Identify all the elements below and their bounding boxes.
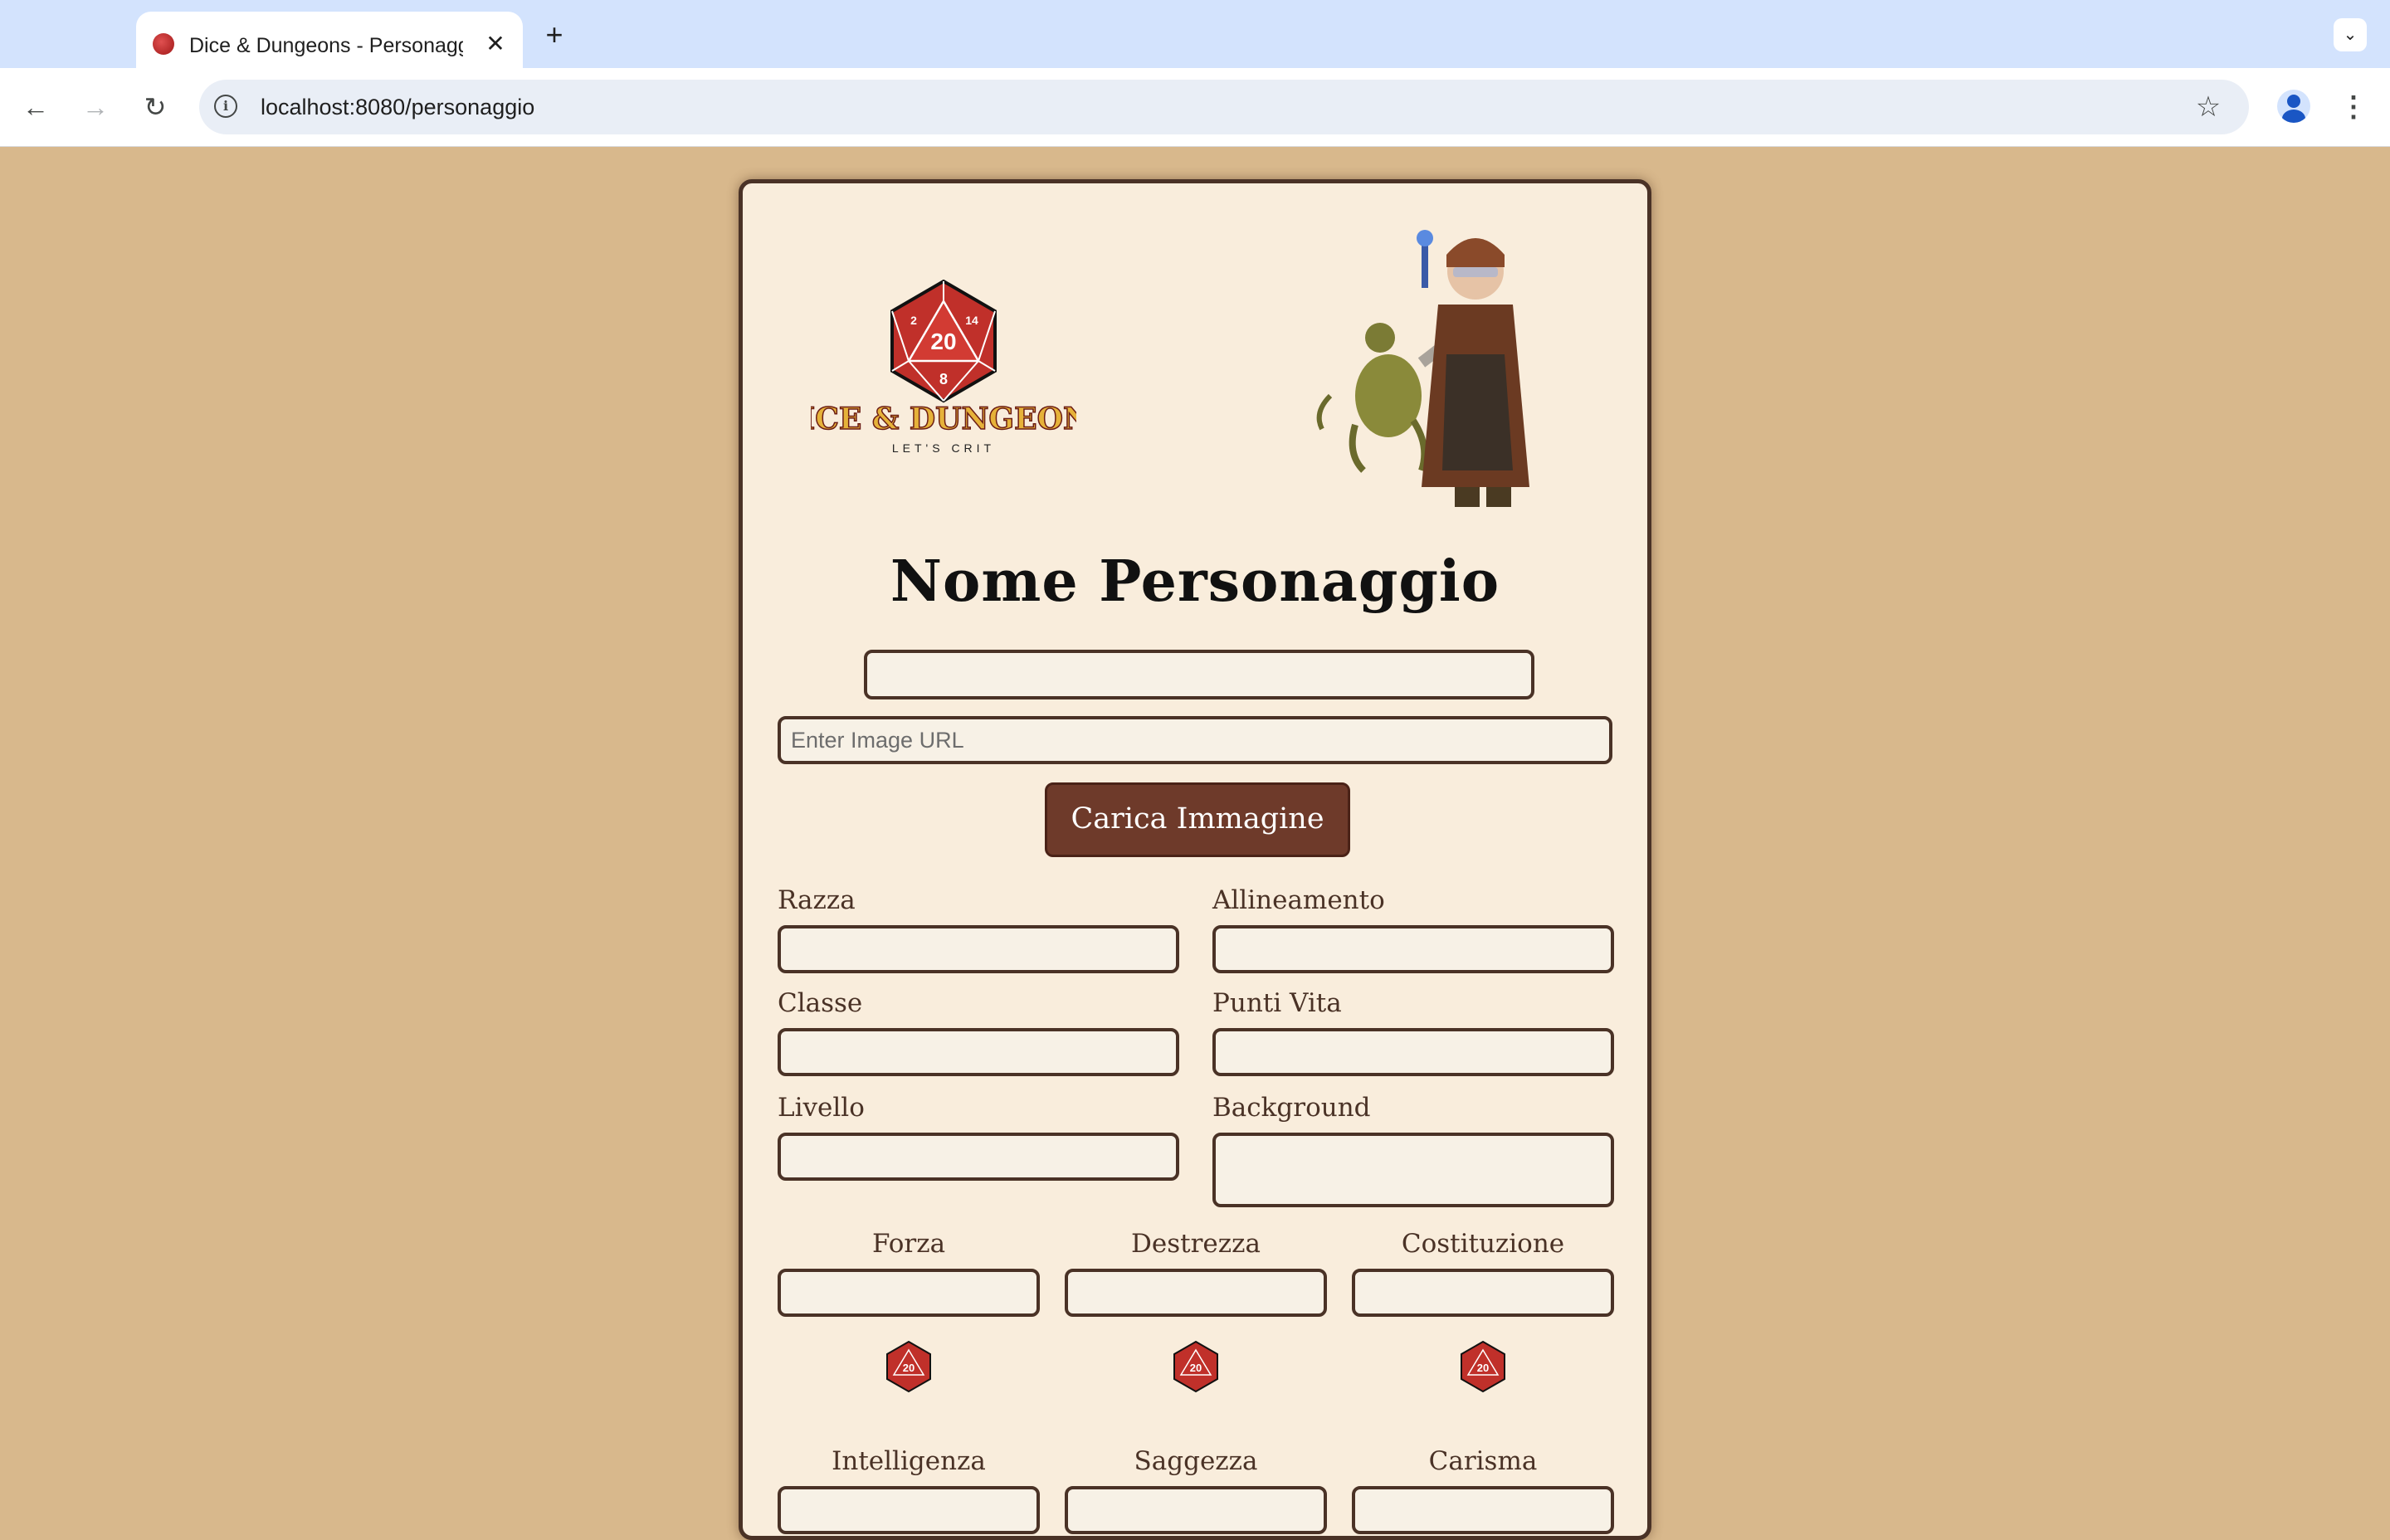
svg-text:20: 20 <box>903 1362 915 1374</box>
svg-text:20: 20 <box>930 329 956 354</box>
svg-text:2: 2 <box>910 314 917 327</box>
classe-input[interactable] <box>778 1028 1179 1076</box>
close-icon[interactable]: ✕ <box>480 28 511 60</box>
punti-vita-label: Punti Vita <box>1212 988 1342 1018</box>
costituzione-label: Costituzione <box>1401 1229 1565 1259</box>
razza-label: Razza <box>778 885 856 915</box>
allineamento-label: Allineamento <box>1212 885 1385 915</box>
svg-text:20: 20 <box>1190 1362 1202 1374</box>
carisma-label: Carisma <box>1428 1446 1538 1476</box>
punti-vita-input[interactable] <box>1212 1028 1614 1076</box>
address-bar[interactable]: i localhost:8080/personaggio ☆ <box>199 80 2249 134</box>
profile-avatar-icon[interactable] <box>2277 90 2310 123</box>
forza-input[interactable] <box>778 1269 1040 1317</box>
dice-favicon-icon <box>153 33 174 55</box>
roll-destrezza-dice-icon[interactable]: 20 <box>1169 1340 1222 1393</box>
classe-label: Classe <box>778 988 863 1018</box>
svg-text:DICE & DUNGEONS: DICE & DUNGEONS <box>811 402 1076 436</box>
svg-text:8: 8 <box>939 371 948 387</box>
page-title: Nome Personaggio <box>890 548 1500 615</box>
image-url-input[interactable] <box>778 716 1612 764</box>
roll-costituzione-dice-icon[interactable]: 20 <box>1456 1340 1510 1393</box>
bookmark-star-icon[interactable]: ☆ <box>2191 90 2226 124</box>
browser-tab[interactable]: Dice & Dungeons - Personaggio ✕ <box>136 12 523 68</box>
svg-text:LET'S CRIT: LET'S CRIT <box>892 441 995 455</box>
site-info-icon[interactable]: i <box>214 95 237 118</box>
tab-search-chevron-icon[interactable]: ⌄ <box>2334 18 2367 51</box>
saggezza-label: Saggezza <box>1134 1446 1258 1476</box>
costituzione-input[interactable] <box>1352 1269 1614 1317</box>
destrezza-label: Destrezza <box>1131 1229 1261 1259</box>
character-card: 20 8 14 2 DICE & DUNGEONS LET'S CRIT Nom… <box>739 179 1651 1540</box>
dice-dungeons-logo: 20 8 14 2 DICE & DUNGEONS LET'S CRIT <box>811 280 1076 455</box>
destrezza-input[interactable] <box>1065 1269 1327 1317</box>
allineamento-input[interactable] <box>1212 925 1614 973</box>
background-textarea[interactable] <box>1212 1133 1614 1207</box>
upload-image-button[interactable]: Carica Immagine <box>1045 782 1350 857</box>
browser-toolbar: ← → ↻ i localhost:8080/personaggio ☆ ⋮ <box>0 68 2390 147</box>
back-arrow-icon[interactable]: ← <box>17 88 55 126</box>
svg-text:20: 20 <box>1477 1362 1489 1374</box>
livello-label: Livello <box>778 1093 865 1123</box>
kebab-menu-icon[interactable]: ⋮ <box>2337 88 2370 126</box>
razza-input[interactable] <box>778 925 1179 973</box>
background-label: Background <box>1212 1093 1371 1123</box>
roll-forza-dice-icon[interactable]: 20 <box>882 1340 935 1393</box>
forza-label: Forza <box>871 1229 946 1259</box>
reload-icon[interactable]: ↻ <box>136 88 174 126</box>
character-portrait-image <box>1316 230 1529 507</box>
forward-arrow-icon[interactable]: → <box>76 88 115 126</box>
url-text[interactable]: localhost:8080/personaggio <box>261 91 534 123</box>
tab-title: Dice & Dungeons - Personaggio <box>189 34 463 57</box>
livello-input[interactable] <box>778 1133 1179 1181</box>
new-tab-button[interactable]: + <box>538 18 571 51</box>
character-name-input[interactable] <box>864 650 1534 699</box>
svg-text:14: 14 <box>965 314 978 327</box>
browser-tabstrip: Dice & Dungeons - Personaggio ✕ + ⌄ <box>0 0 2390 68</box>
intelligenza-label: Intelligenza <box>832 1446 986 1476</box>
